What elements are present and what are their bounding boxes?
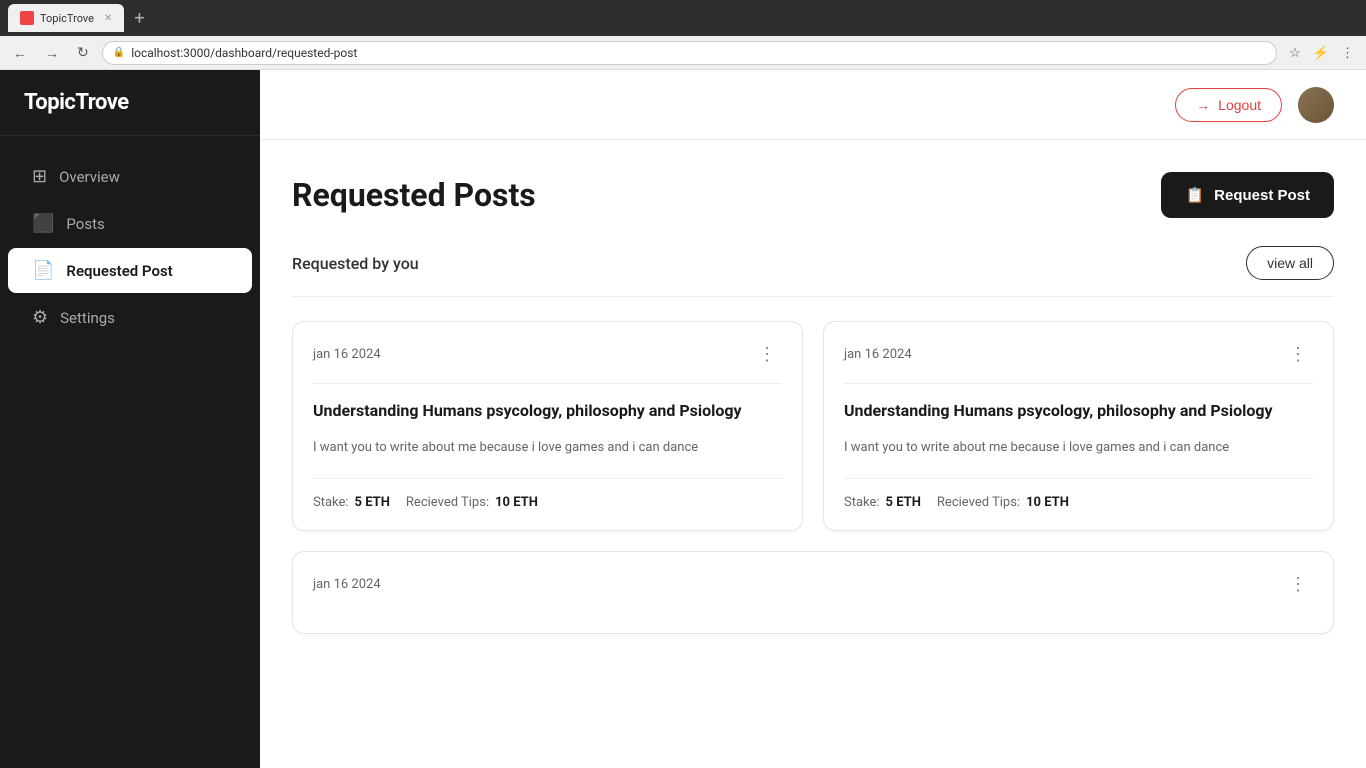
card-menu-button-1[interactable]: ⋮ (752, 342, 782, 367)
lock-icon: 🔒 (113, 47, 125, 58)
page-content: Requested Posts 📋 Request Post Requested… (260, 140, 1366, 666)
post-card-2: jan 16 2024 ⋮ Understanding Humans psyco… (823, 321, 1334, 531)
sidebar: TopicTrove ⊞ Overview ⬛ Posts 📄 Requeste… (0, 70, 260, 768)
tips-label-1: Recieved Tips: (406, 495, 489, 510)
avatar (1298, 87, 1334, 123)
card-tips-2: Recieved Tips: 10 ETH (937, 495, 1069, 510)
tips-label-2: Recieved Tips: (937, 495, 1020, 510)
section-header: Requested by you view all (292, 246, 1334, 297)
settings-icon: ⚙ (32, 307, 48, 328)
extensions-button[interactable]: ⚡ (1309, 43, 1333, 63)
request-post-label: Request Post (1214, 187, 1310, 204)
posts-icon: ⬛ (32, 213, 54, 234)
active-tab[interactable]: TopicTrove ✕ (8, 4, 124, 32)
stake-label-1: Stake: (313, 495, 349, 510)
browser-toolbar: ← → ↻ 🔒 localhost:3000/dashboard/request… (0, 36, 1366, 70)
card-header-2: jan 16 2024 ⋮ (844, 342, 1313, 367)
sidebar-item-settings[interactable]: ⚙ Settings (8, 295, 252, 340)
tips-value-1: 10 ETH (495, 495, 538, 510)
card-date-1: jan 16 2024 (313, 347, 381, 362)
card-menu-button-partial[interactable]: ⋮ (1283, 572, 1313, 597)
card-divider-2 (844, 383, 1313, 384)
browser-actions: ☆ ⚡ ⋮ (1285, 43, 1358, 63)
card-stake-1: Stake: 5 ETH (313, 495, 390, 510)
card-header-partial: jan 16 2024 ⋮ (313, 572, 1313, 597)
bookmark-button[interactable]: ☆ (1285, 43, 1305, 63)
browser-chrome: TopicTrove ✕ + ← → ↻ 🔒 localhost:3000/da… (0, 0, 1366, 70)
stake-value-1: 5 ETH (355, 495, 390, 510)
logo-text: TopicTrove (24, 90, 129, 115)
main-header: → Logout (260, 70, 1366, 140)
request-post-button[interactable]: 📋 Request Post (1161, 172, 1334, 218)
logout-icon: → (1196, 97, 1210, 113)
app-container: TopicTrove ⊞ Overview ⬛ Posts 📄 Requeste… (0, 70, 1366, 768)
card-footer-2: Stake: 5 ETH Recieved Tips: 10 ETH (844, 478, 1313, 510)
request-post-icon: 📋 (1185, 186, 1204, 204)
card-date-partial: jan 16 2024 (313, 577, 381, 592)
forward-button[interactable]: → (40, 43, 64, 63)
sidebar-item-requested-post[interactable]: 📄 Requested Post (8, 248, 252, 293)
sidebar-item-label: Requested Post (66, 262, 172, 280)
stake-value-2: 5 ETH (886, 495, 921, 510)
card-description-1: I want you to write about me because i l… (313, 438, 782, 458)
tips-value-2: 10 ETH (1026, 495, 1069, 510)
sidebar-item-overview[interactable]: ⊞ Overview (8, 154, 252, 199)
card-footer-1: Stake: 5 ETH Recieved Tips: 10 ETH (313, 478, 782, 510)
view-all-button[interactable]: view all (1246, 246, 1334, 280)
card-menu-button-2[interactable]: ⋮ (1283, 342, 1313, 367)
sidebar-item-label: Overview (59, 168, 120, 186)
card-header-1: jan 16 2024 ⋮ (313, 342, 782, 367)
menu-button[interactable]: ⋮ (1337, 43, 1358, 63)
post-card-partial: jan 16 2024 ⋮ (292, 551, 1334, 634)
sidebar-item-posts[interactable]: ⬛ Posts (8, 201, 252, 246)
stake-label-2: Stake: (844, 495, 880, 510)
logout-button[interactable]: → Logout (1175, 88, 1282, 122)
url-text: localhost:3000/dashboard/requested-post (131, 46, 1266, 60)
new-tab-button[interactable]: + (128, 8, 150, 29)
main-content: → Logout Requested Posts 📋 Request Post … (260, 70, 1366, 768)
reload-button[interactable]: ↻ (72, 42, 94, 63)
card-date-2: jan 16 2024 (844, 347, 912, 362)
card-title-2: Understanding Humans psycology, philosop… (844, 400, 1313, 422)
back-button[interactable]: ← (8, 43, 32, 63)
address-bar[interactable]: 🔒 localhost:3000/dashboard/requested-pos… (102, 41, 1277, 65)
post-card-1: jan 16 2024 ⋮ Understanding Humans psyco… (292, 321, 803, 531)
card-description-2: I want you to write about me because i l… (844, 438, 1313, 458)
page-header: Requested Posts 📋 Request Post (292, 172, 1334, 218)
sidebar-logo: TopicTrove (0, 70, 260, 136)
logout-label: Logout (1218, 97, 1261, 113)
view-all-label: view all (1267, 255, 1313, 271)
sidebar-nav: ⊞ Overview ⬛ Posts 📄 Requested Post ⚙ Se… (0, 136, 260, 768)
sidebar-item-label: Settings (60, 309, 115, 327)
avatar-image (1298, 87, 1334, 123)
overview-icon: ⊞ (32, 166, 47, 187)
cards-grid: jan 16 2024 ⋮ Understanding Humans psyco… (292, 321, 1334, 531)
card-stake-2: Stake: 5 ETH (844, 495, 921, 510)
browser-tabs: TopicTrove ✕ + (0, 0, 1366, 36)
page-title: Requested Posts (292, 176, 536, 214)
requested-post-icon: 📄 (32, 260, 54, 281)
sidebar-item-label: Posts (66, 215, 104, 233)
card-divider-1 (313, 383, 782, 384)
card-tips-1: Recieved Tips: 10 ETH (406, 495, 538, 510)
section-title: Requested by you (292, 254, 419, 273)
card-title-1: Understanding Humans psycology, philosop… (313, 400, 782, 422)
